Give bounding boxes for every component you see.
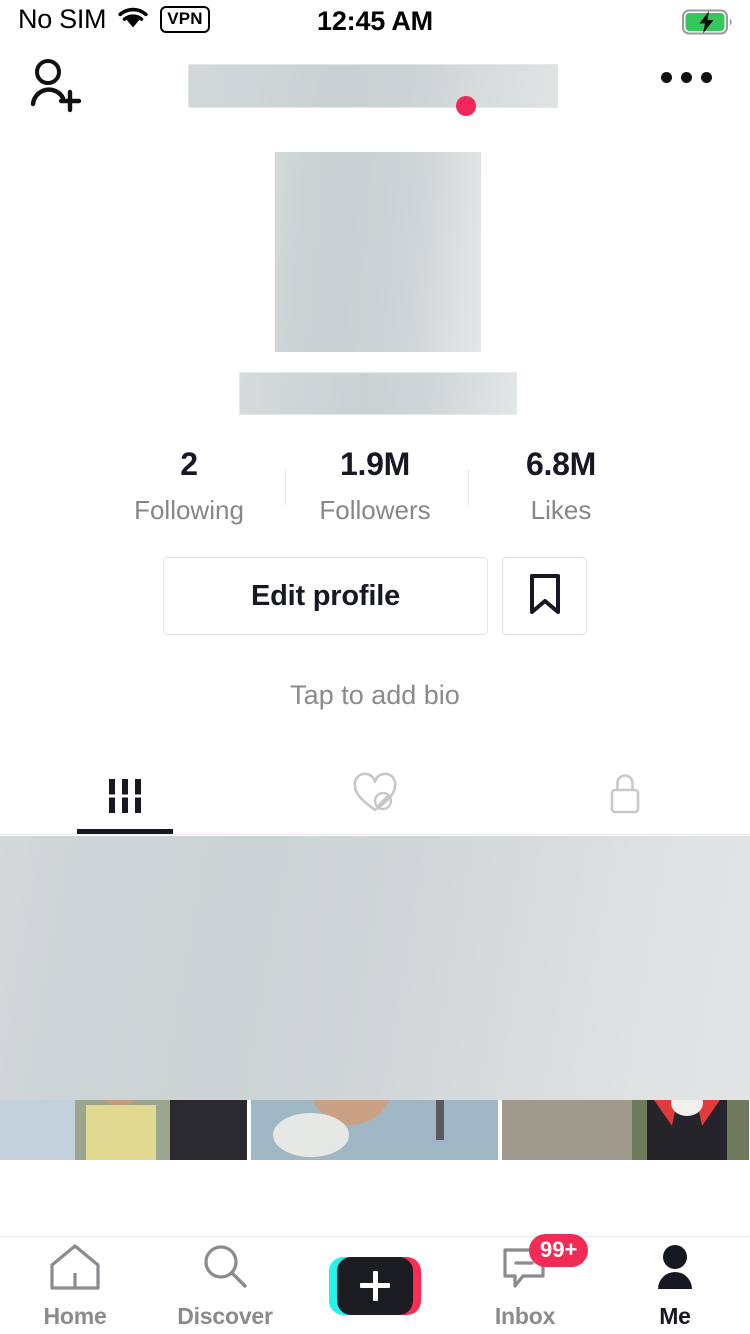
nav-item-me[interactable]: Me [600,1242,750,1330]
nav-label: Home [43,1303,106,1330]
profile-header [0,46,750,122]
stat-following[interactable]: 2 Following [96,443,282,528]
profile-stats: 2 Following 1.9M Followers 6.8M Likes [0,443,750,528]
more-options-icon[interactable] [661,72,712,83]
inbox-badge: 99+ [529,1234,588,1268]
more-dot [661,72,672,83]
more-dot [701,72,712,83]
status-bar-right [682,9,734,40]
stat-value: 1.9M [282,443,468,486]
stat-value: 2 [96,443,282,486]
edit-profile-button[interactable]: Edit profile [163,557,488,635]
add-user-icon[interactable] [26,58,88,114]
nav-label: Me [659,1303,691,1330]
grid-icon [109,779,141,813]
avatar[interactable] [275,152,481,352]
content-tabs [0,757,750,835]
stat-label: Following [96,494,282,528]
lock-icon [606,770,644,821]
bottom-navigation: Home Discover [0,1236,750,1334]
profile-actions: Edit profile [0,557,750,635]
bookmark-button[interactable] [502,557,587,635]
bookmark-icon [528,573,562,620]
tiktok-profile-screen: No SIM VPN 12:45 AM [0,0,750,1334]
tab-private[interactable] [500,757,750,834]
username-handle-redacted [239,372,517,415]
stat-label: Likes [468,494,654,528]
heart-slash-icon [351,771,399,820]
nav-label: Inbox [495,1303,555,1330]
tab-posts[interactable] [0,757,250,834]
tab-liked[interactable] [250,757,500,834]
tab-active-underline [77,829,173,834]
create-core [337,1257,413,1315]
stat-value: 6.8M [468,443,654,486]
battery-charging-icon [682,9,734,40]
notification-dot [456,96,476,116]
nav-item-discover[interactable]: Discover [150,1242,300,1330]
person-icon [647,1242,703,1297]
status-bar: No SIM VPN 12:45 AM [0,0,750,46]
stat-followers[interactable]: 1.9M Followers [282,443,468,528]
nav-item-inbox[interactable]: 99+ Inbox [450,1242,600,1330]
plus-vertical [373,1271,378,1301]
clock-label: 12:45 AM [0,6,750,37]
stat-label: Followers [282,494,468,528]
home-icon [47,1242,103,1297]
create-plus-icon[interactable] [329,1257,421,1315]
video-grid-redacted-overlay [0,836,750,1100]
nav-label: Discover [177,1303,273,1330]
more-dot [681,72,692,83]
video-grid: 513.5K 125.1K [0,836,750,1236]
search-icon [197,1242,253,1297]
nav-item-home[interactable]: Home [0,1242,150,1330]
username-title-redacted[interactable] [188,64,558,108]
nav-item-create[interactable] [300,1257,450,1315]
stat-likes[interactable]: 6.8M Likes [468,443,654,528]
bio-placeholder[interactable]: Tap to add bio [0,680,750,711]
